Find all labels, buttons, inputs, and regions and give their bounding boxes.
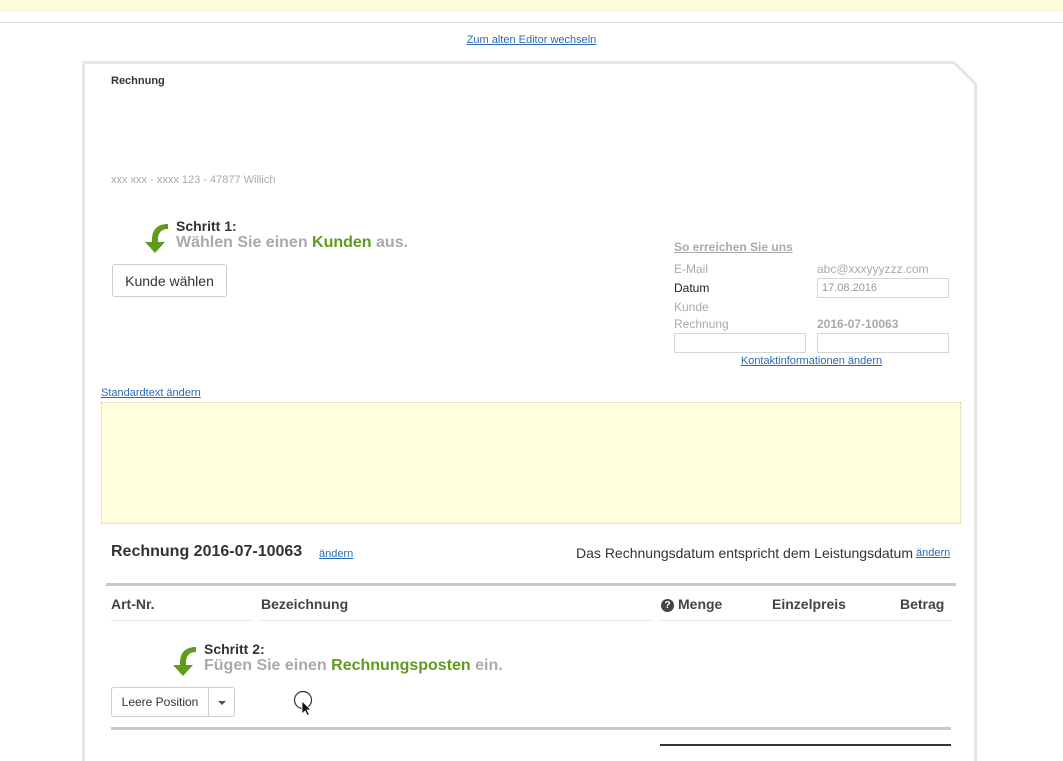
column-art-nr: Art-Nr. (111, 596, 155, 612)
change-contact-info-link[interactable]: Kontaktinformationen ändern (674, 355, 949, 367)
step2-label: Schritt 2: (204, 641, 265, 657)
column-separator (261, 620, 651, 621)
curved-arrow-icon (173, 647, 196, 676)
invoice-title: Rechnung 2016-07-10063 (111, 543, 303, 560)
sender-address-line: xxx xxx - xxxx 123 - 47877 Willich (111, 174, 276, 186)
mouse-cursor-icon (293, 690, 313, 716)
email-value: abc@xxxyyyzzz.com (817, 262, 929, 276)
question-circle-icon[interactable]: ? (661, 599, 674, 612)
invoice-number-label: Rechnung (674, 317, 729, 331)
contact-title[interactable]: So erreichen Sie uns (674, 240, 793, 254)
top-notification-bar (0, 0, 1063, 12)
column-amount: Betrag (900, 596, 945, 612)
sum-rule (660, 744, 951, 746)
column-separator (661, 620, 951, 621)
step1-text: Wählen Sie einen Kunden aus. (176, 234, 409, 251)
customer-label: Kunde (674, 300, 709, 314)
column-quantity: ? Menge (661, 596, 722, 612)
document-type-label: Rechnung (111, 75, 165, 87)
invoice-extra-input[interactable] (817, 333, 949, 353)
change-standard-text-link[interactable]: Standardtext ändern (101, 387, 201, 399)
column-description: Bezeichnung (261, 596, 349, 612)
standard-text-area[interactable] (101, 402, 961, 524)
step2-highlight: Rechnungsposten (331, 657, 471, 674)
add-position-button-group: Leere Position (111, 687, 235, 717)
switch-editor-link[interactable]: Zum alten Editor wechseln (0, 34, 1063, 46)
date-input[interactable] (817, 278, 949, 298)
step2-text: Fügen Sie einen Rechnungsposten ein. (204, 657, 503, 674)
step1-highlight: Kunden (312, 234, 372, 251)
email-label: E-Mail (674, 262, 709, 276)
date-label: Datum (674, 281, 710, 295)
invoice-number-value: 2016-07-10063 (817, 317, 899, 331)
customer-number-input[interactable] (674, 333, 806, 353)
choose-customer-button[interactable]: Kunde wählen (112, 264, 227, 297)
table-top-rule (106, 583, 956, 586)
position-dropdown-toggle[interactable] (209, 687, 235, 717)
service-date-note: Das Rechnungsdatum entspricht dem Leistu… (576, 545, 913, 561)
column-separator (111, 620, 251, 621)
step1-label: Schritt 1: (176, 218, 237, 234)
curved-arrow-icon (145, 224, 168, 253)
column-unit-price: Einzelpreis (772, 596, 846, 612)
page-corner-fold (952, 61, 977, 86)
empty-position-button[interactable]: Leere Position (111, 687, 209, 717)
header-divider (0, 22, 1063, 23)
change-service-date-link[interactable]: ändern (916, 547, 950, 559)
change-invoice-title-link[interactable]: ändern (319, 548, 353, 560)
table-bottom-rule (111, 727, 951, 730)
